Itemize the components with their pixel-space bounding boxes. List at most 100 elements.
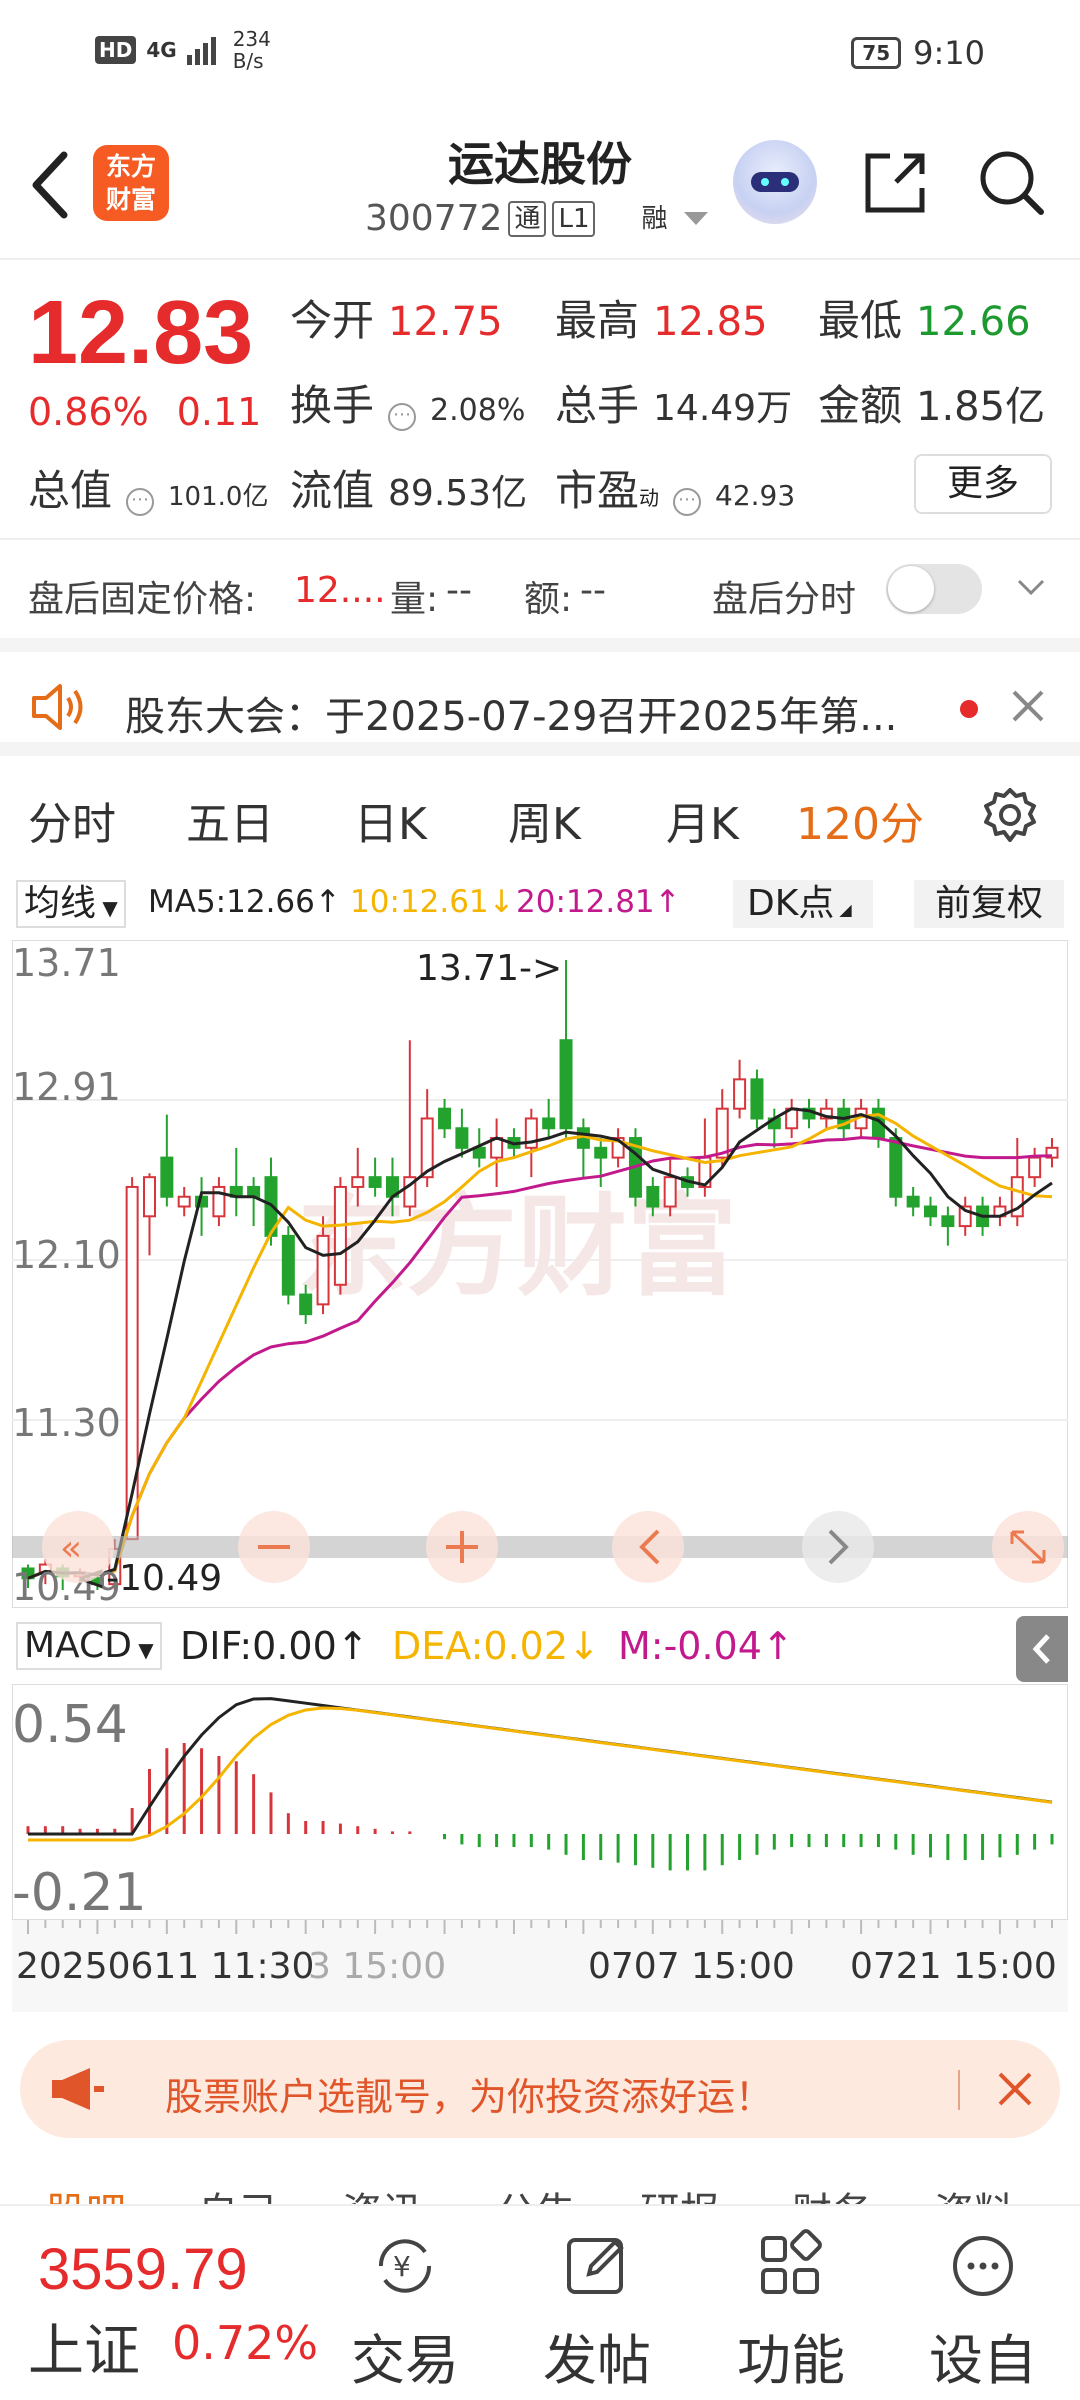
divider <box>958 2070 960 2110</box>
share-icon[interactable] <box>860 148 930 218</box>
high-label: 最高 <box>555 296 640 345</box>
index-value: 3559.79 <box>38 2237 248 2302</box>
candle-up <box>142 1176 156 1218</box>
candle-down <box>941 1215 955 1228</box>
turnover-value: 2.08% <box>430 393 526 428</box>
brand-logo-line1: 东方 <box>105 152 156 181</box>
collapse-panel-button[interactable] <box>1016 1616 1068 1682</box>
hd-badge: HD <box>95 36 137 64</box>
ma-selector[interactable]: 均线 ▼ <box>16 880 126 928</box>
notice-text: 股东大会：于2025-07-29召开2025年第... <box>125 694 898 740</box>
float-mv-label: 流值 <box>290 466 375 515</box>
ah-vol-value: -- <box>446 570 472 611</box>
y-label-2: 12.91 <box>12 1065 121 1109</box>
tab-weekly-k[interactable]: 周K <box>508 788 581 852</box>
nav-functions[interactable]: 功能 <box>716 2228 866 2395</box>
candle-up <box>733 1078 747 1110</box>
bottom-nav: 3559.79 上证 0.72% ¥ 交易 发帖 功能 设自选 <box>0 2204 1080 2400</box>
turnover-label: 换手 <box>290 381 375 430</box>
zoom-out-button[interactable] <box>238 1511 310 1583</box>
nav-trade[interactable]: ¥ 交易 <box>330 2228 480 2395</box>
grid-icon <box>761 2229 822 2294</box>
status-right: 75 9:10 <box>851 34 985 72</box>
after-hours-toggle[interactable] <box>886 564 982 614</box>
fast-back-button[interactable]: « <box>42 1511 114 1583</box>
info-icon[interactable]: ⋯ <box>126 488 155 516</box>
close-icon[interactable] <box>996 2070 1034 2108</box>
time-axis: 20250611 11:30 3 15:00 0707 15:00 0721 1… <box>12 1920 1068 2012</box>
tab-120min[interactable]: 120分 <box>796 788 924 852</box>
scroll-track[interactable] <box>12 1536 1068 1558</box>
time-axis-ticks <box>27 1920 1053 1934</box>
info-icon[interactable]: ⋯ <box>673 488 702 516</box>
scroll-left-button[interactable] <box>612 1511 684 1583</box>
tab-reports[interactable]: 研报 <box>640 2180 720 2204</box>
search-icon[interactable] <box>975 146 1047 218</box>
tab-finance[interactable]: 财务 <box>792 2180 872 2204</box>
chevron-down-icon[interactable] <box>1016 572 1046 602</box>
candle-up <box>333 1185 347 1286</box>
ma-selector-label: 均线 <box>24 883 97 924</box>
open-value: 12.75 <box>388 299 503 345</box>
ai-assistant-icon[interactable] <box>733 140 817 224</box>
brand-logo[interactable]: 东方 财富 <box>93 145 169 221</box>
index-name: 上证 <box>28 2319 140 2384</box>
candle-down <box>299 1293 313 1316</box>
zoom-in-button[interactable] <box>426 1511 498 1583</box>
adjust-button[interactable]: 前复权 <box>914 880 1064 928</box>
volume-cell: 总手 14.49万 <box>555 372 792 433</box>
tab-announcements[interactable]: 公告 <box>496 2180 576 2204</box>
candle-up <box>177 1195 191 1208</box>
macd-chart[interactable]: 0.54 -0.21 <box>12 1684 1068 1920</box>
total-mv-label: 总值 <box>28 466 113 515</box>
kline-chart[interactable]: 东方财富 13.71 12.91 12.10 11.30 10.49 13.71… <box>12 940 1068 1608</box>
net-speed: 234 B/s <box>233 28 271 72</box>
more-button[interactable]: 更多 <box>914 454 1052 514</box>
macd-selector[interactable]: MACD ▼ <box>16 1622 162 1670</box>
pe-cell[interactable]: 市盈 动 ⋯ 42.93 <box>555 457 795 518</box>
change-abs: 0.11 <box>176 390 262 434</box>
ad-banner[interactable]: 股票账户选靓号，为你投资添好运！ <box>20 2040 1060 2138</box>
macd-y-min: -0.21 <box>12 1863 147 1920</box>
megaphone-icon <box>52 2068 104 2110</box>
stock-code-row[interactable]: 300772 通 L1 融 <box>365 198 708 239</box>
tab-daily-k[interactable]: 日K <box>354 788 427 852</box>
ma20-value: 20:12.81↑ <box>516 884 681 920</box>
tab-intraday[interactable]: 分时 <box>28 788 116 852</box>
info-icon[interactable]: ⋯ <box>388 403 417 431</box>
tab-5day[interactable]: 五日 <box>186 788 274 852</box>
tab-profile[interactable]: 资料 <box>934 2180 1014 2204</box>
ah-price-value: 12.... <box>294 570 386 611</box>
close-icon[interactable] <box>1010 688 1046 724</box>
nav-post[interactable]: 发帖 <box>522 2228 672 2395</box>
scroll-right-button[interactable] <box>802 1511 874 1583</box>
candle-down <box>906 1195 920 1208</box>
ma-indicator-bar: 均线 ▼ MA5:12.66↑ 10:12.61↓ 20:12.81↑ DK点 … <box>0 874 1080 936</box>
gear-icon[interactable] <box>980 786 1040 846</box>
candle-down <box>750 1078 764 1120</box>
candle-down <box>368 1176 382 1188</box>
nav-add-watchlist[interactable]: 设自选 <box>908 2228 1058 2400</box>
nav-functions-label: 功能 <box>737 2329 845 2392</box>
net-speed-unit: B/s <box>232 49 264 73</box>
unread-dot <box>960 700 978 718</box>
tab-news[interactable]: 资讯 <box>342 2180 422 2204</box>
x-label-1: 20250611 11:30 <box>16 1946 315 1987</box>
tab-guba[interactable]: 股吧 <box>46 2180 126 2204</box>
nav-post-label: 发帖 <box>543 2329 651 2392</box>
x-label-2: 3 15:00 <box>308 1946 447 1987</box>
tab-self[interactable]: 自己 <box>198 2180 278 2204</box>
total-mv-cell[interactable]: 总值 ⋯ 101.0亿 <box>28 457 268 518</box>
edit-icon <box>567 2238 624 2294</box>
float-mv-cell: 流值 89.53亿 <box>290 457 527 518</box>
status-bar: HD 4G 234 B/s 75 9:10 <box>0 0 1080 110</box>
volume-label: 总手 <box>555 381 640 430</box>
notice-bar[interactable]: 股东大会：于2025-07-29召开2025年第... <box>0 638 1080 756</box>
fullscreen-button[interactable] <box>992 1511 1064 1583</box>
ah-vol-label: 量: <box>390 579 439 620</box>
dif-value: DIF:0.00↑ <box>180 1624 369 1668</box>
back-icon[interactable] <box>22 145 82 225</box>
dk-point-button[interactable]: DK点 ◢ <box>733 880 873 928</box>
tab-monthly-k[interactable]: 月K <box>666 788 739 852</box>
turnover-cell[interactable]: 换手 ⋯ 2.08% <box>290 372 525 433</box>
